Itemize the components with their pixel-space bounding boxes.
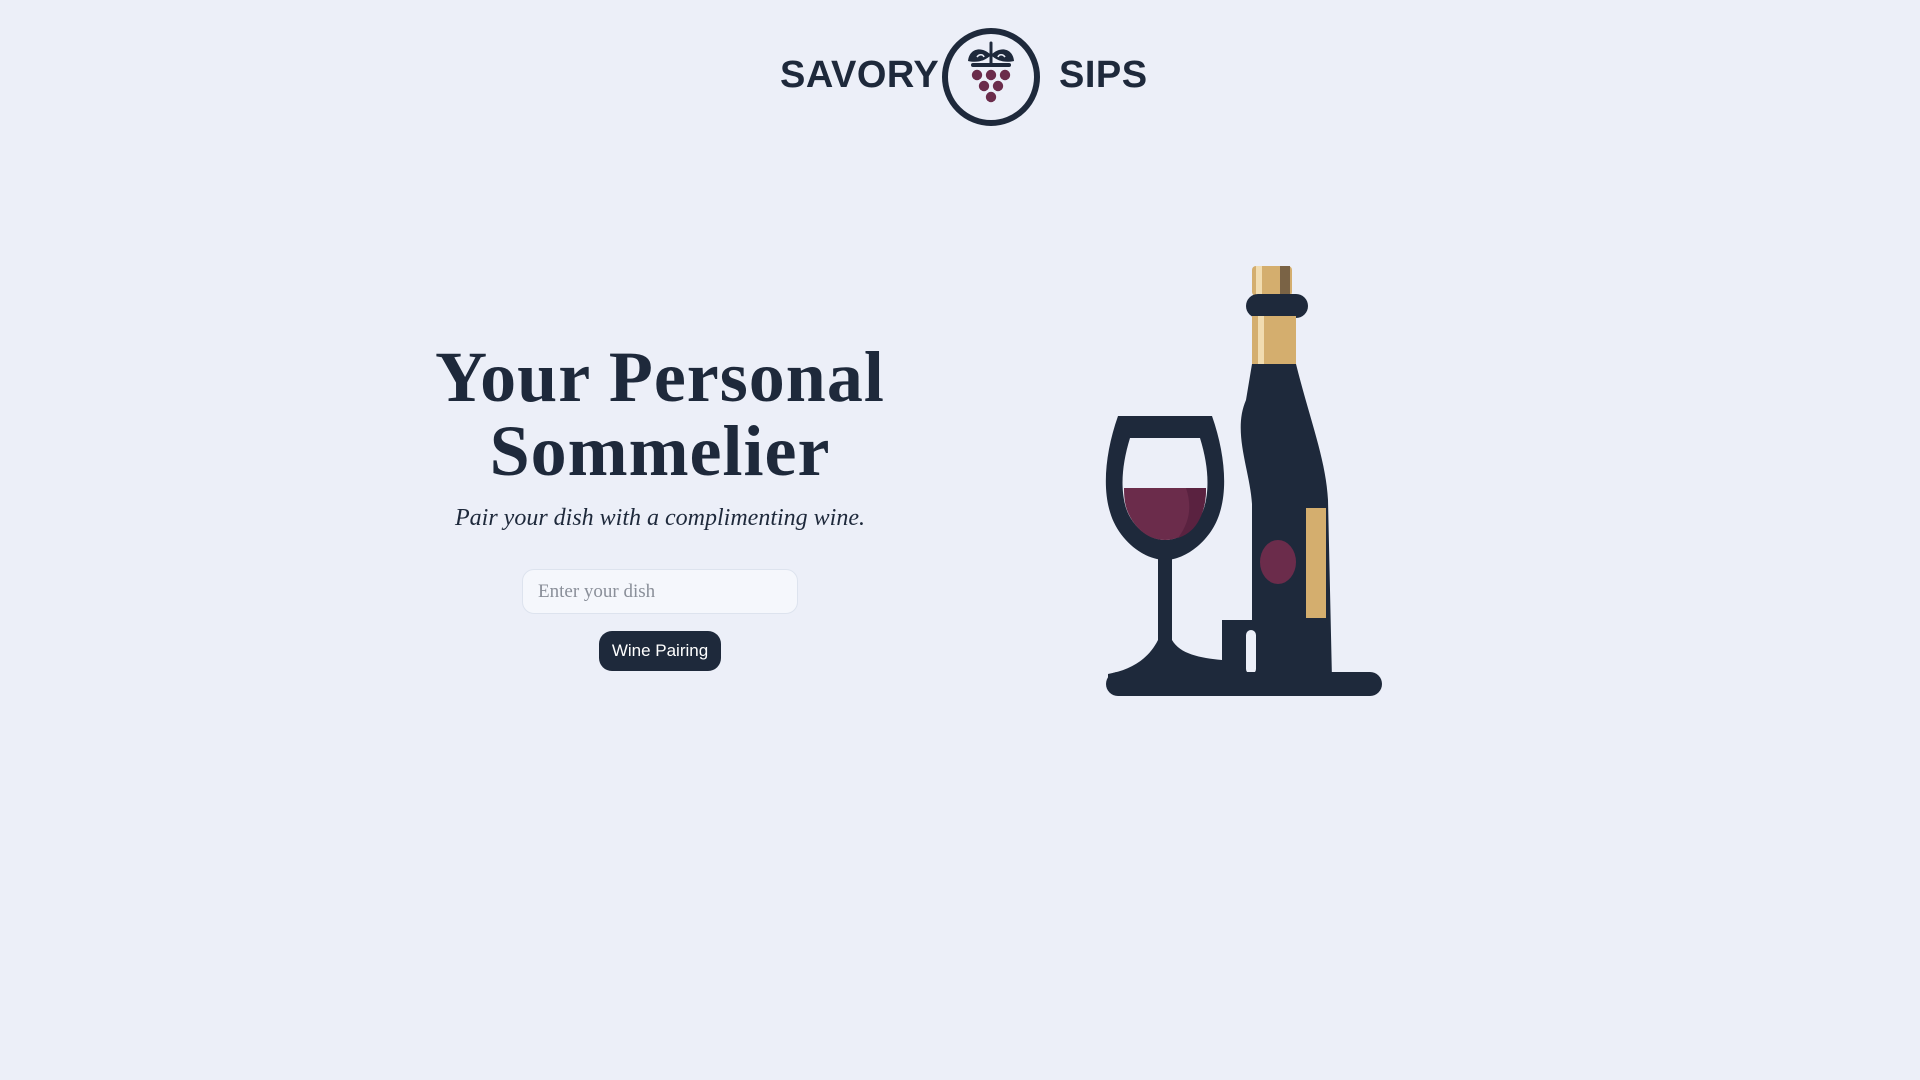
page-subtitle: Pair your dish with a complimenting wine…	[455, 505, 865, 531]
wine-bottle-and-glass-icon	[1105, 266, 1382, 696]
dish-input[interactable]	[522, 569, 798, 614]
page-title: Your Personal Sommelier	[360, 340, 960, 488]
wine-pairing-button[interactable]: Wine Pairing	[599, 631, 721, 671]
page-title-line-1: Your Personal	[435, 337, 885, 417]
brand-name-right: SIPS	[1059, 54, 1148, 96]
page-title-line-2: Sommelier	[489, 411, 831, 491]
grape-cluster-icon[interactable]	[941, 27, 1041, 127]
brand-name-left: SAVORY	[780, 54, 940, 96]
